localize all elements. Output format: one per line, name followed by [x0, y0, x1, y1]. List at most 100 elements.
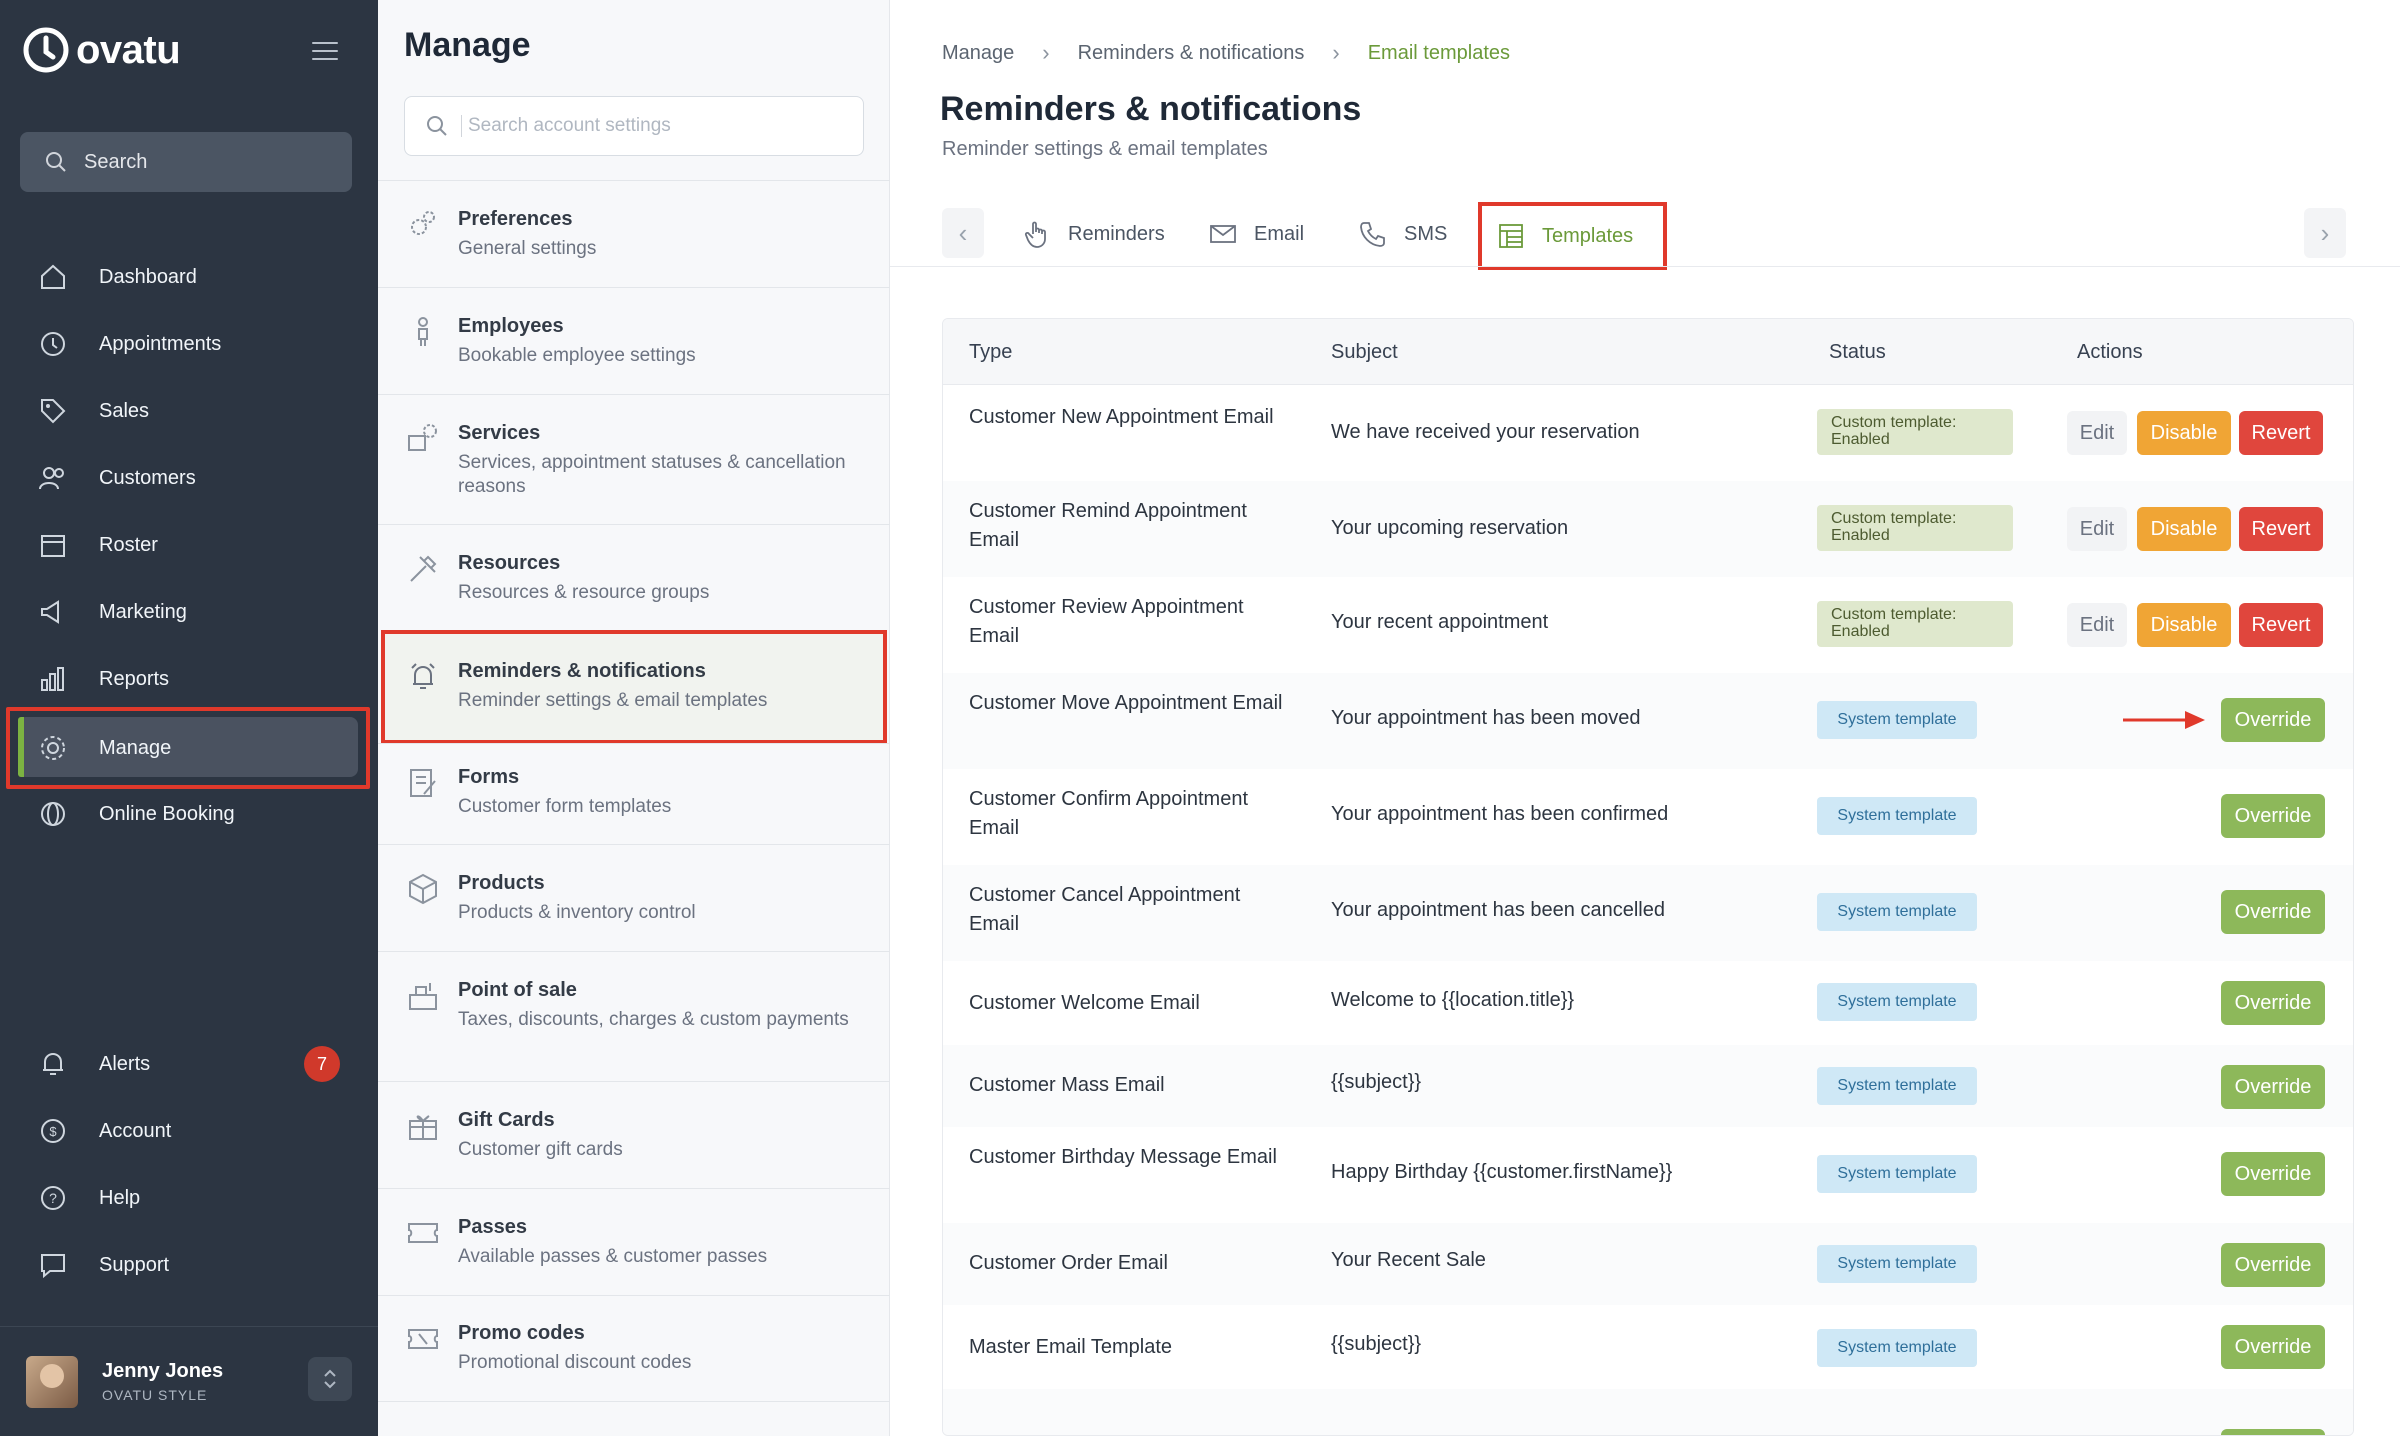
account-icon: $ [36, 1114, 70, 1148]
cell-subject: Your appointment has been cancelled [1331, 899, 1665, 921]
breadcrumb-reminders[interactable]: Reminders & notifications [1078, 42, 1305, 65]
manage-item-gift-cards[interactable]: Gift Cards Customer gift cards [378, 1109, 890, 1162]
col-header-status: Status [1829, 341, 1886, 363]
disable-button[interactable]: Disable [2137, 411, 2231, 455]
nav-item-reports[interactable]: Reports [0, 648, 378, 710]
manage-item-reminders[interactable]: Reminders & notifications Reminder setti… [378, 660, 890, 713]
cell-type: Customer New Appointment Email [969, 406, 1274, 428]
manage-search-placeholder: Search account settings [461, 115, 671, 137]
revert-button[interactable]: Revert [2239, 603, 2323, 647]
nav-item-support[interactable]: Support [0, 1234, 378, 1296]
chevron-right-icon: › [1332, 40, 1340, 65]
manage-item-title: Promo codes [458, 1322, 585, 1344]
nav-item-help[interactable]: ? Help [0, 1167, 378, 1229]
coupon-icon [406, 1322, 440, 1356]
override-button[interactable]: Override [2221, 1325, 2325, 1369]
manage-search-input[interactable]: Search account settings [404, 96, 864, 156]
divider [378, 1081, 890, 1082]
nav-item-sales[interactable]: Sales [0, 380, 378, 442]
nav-label: Dashboard [99, 265, 197, 288]
nav-label: Appointments [99, 332, 222, 355]
globe-icon [36, 797, 70, 831]
cell-subject: Happy Birthday {{customer.firstName}} [1331, 1161, 1673, 1183]
tools-icon [406, 552, 440, 586]
nav-item-appointments[interactable]: Appointments [0, 313, 378, 375]
manage-item-forms[interactable]: Forms Customer form templates [378, 766, 890, 819]
tag-icon [36, 394, 70, 428]
tab-reminders[interactable]: Reminders [1022, 208, 1165, 260]
box-icon [406, 872, 440, 906]
revert-button[interactable]: Revert [2239, 507, 2323, 551]
nav-item-dashboard[interactable]: Dashboard [0, 246, 378, 308]
avatar [26, 1355, 78, 1408]
status-badge: System template [1817, 701, 1977, 739]
manage-item-preferences[interactable]: Preferences General settings [378, 208, 890, 261]
nav-item-customers[interactable]: Customers [0, 447, 378, 509]
tab-email[interactable]: Email [1208, 208, 1304, 260]
col-header-subject: Subject [1331, 341, 1398, 363]
status-badge: System template [1817, 797, 1977, 835]
tab-sms[interactable]: SMS [1358, 208, 1447, 260]
override-button[interactable]: Override [2221, 794, 2325, 838]
disable-button[interactable]: Disable [2137, 603, 2231, 647]
manage-item-promo-codes[interactable]: Promo codes Promotional discount codes [378, 1322, 890, 1375]
sidebar-search-button[interactable]: Search [20, 132, 352, 192]
nav-item-manage[interactable]: Manage [6, 707, 370, 789]
nav-item-online-booking[interactable]: Online Booking [0, 783, 378, 845]
cell-subject: Your appointment has been confirmed [1331, 803, 1669, 825]
search-icon [427, 116, 447, 136]
override-button[interactable]: Override [2221, 890, 2325, 934]
status-badge: System template [1817, 893, 1977, 931]
override-button[interactable]: Override [2221, 1243, 2325, 1287]
logo[interactable]: ovatu [22, 26, 181, 74]
table-row: Customer Mass Email {{subject}} System t… [943, 1045, 2353, 1127]
breadcrumb-manage[interactable]: Manage [942, 42, 1014, 65]
edit-button[interactable]: Edit [2067, 411, 2127, 455]
override-button[interactable]: Override [2221, 698, 2325, 742]
divider [378, 844, 890, 845]
main-sidebar: ovatu Search Dashboard Appointments Sale… [0, 0, 378, 1436]
revert-button[interactable]: Revert [2239, 411, 2323, 455]
chart-icon [36, 662, 70, 696]
divider [378, 1188, 890, 1189]
manage-item-title: Point of sale [458, 979, 577, 1001]
nav-label: Help [99, 1186, 141, 1209]
table-row: Customer Cancel Appointment Email Your a… [943, 865, 2353, 961]
status-badge: Custom template: Enabled [1817, 409, 2013, 455]
nav-item-marketing[interactable]: Marketing [0, 581, 378, 643]
gift-icon [406, 1109, 440, 1143]
override-button[interactable]: Override [2221, 1065, 2325, 1109]
override-button[interactable]: Override [2221, 981, 2325, 1025]
active-indicator [18, 717, 24, 777]
chevron-right-icon[interactable]: › [2304, 208, 2346, 258]
manage-item-passes[interactable]: Passes Available passes & customer passe… [378, 1216, 890, 1269]
user-profile[interactable]: Jenny Jones OVATU STYLE [0, 1326, 378, 1436]
edit-button[interactable]: Edit [2067, 603, 2127, 647]
status-badge: System template [1817, 1067, 1977, 1105]
manage-item-products[interactable]: Products Products & inventory control [378, 872, 890, 925]
chevron-left-icon[interactable]: ‹ [942, 208, 984, 258]
nav-item-account[interactable]: $ Account [0, 1100, 378, 1162]
breadcrumb-current: Email templates [1367, 41, 1510, 64]
tab-templates[interactable]: Templates [1478, 202, 1668, 270]
clock-icon [36, 327, 70, 361]
main-content: Manage › Reminders & notifications › Ema… [890, 0, 2400, 1436]
nav-item-roster[interactable]: Roster [0, 514, 378, 576]
manage-item-resources[interactable]: Resources Resources & resource groups [378, 552, 890, 605]
menu-toggle-icon[interactable] [312, 42, 338, 62]
nav-item-alerts[interactable]: Alerts 7 [0, 1033, 378, 1095]
edit-button[interactable]: Edit [2067, 507, 2127, 551]
table-row: Customer Order Email Your Recent Sale Sy… [943, 1223, 2353, 1305]
manage-item-services[interactable]: Services Services, appointment statuses … [378, 422, 890, 499]
table-row: Customer Remind Appointment Email Your u… [943, 481, 2353, 577]
manage-item-employees[interactable]: Employees Bookable employee settings [378, 315, 890, 368]
user-menu-toggle-icon[interactable] [308, 1357, 352, 1401]
override-button[interactable] [2221, 1429, 2325, 1435]
table-row: Customer Move Appointment Email Your app… [943, 673, 2353, 769]
cell-subject: We have received your reservation [1331, 421, 1640, 443]
manage-item-point-of-sale[interactable]: Point of sale Taxes, discounts, charges … [378, 979, 890, 1032]
disable-button[interactable]: Disable [2137, 507, 2231, 551]
override-button[interactable]: Override [2221, 1152, 2325, 1196]
hand-icon [1022, 219, 1052, 249]
nav-label: Customers [99, 466, 196, 489]
